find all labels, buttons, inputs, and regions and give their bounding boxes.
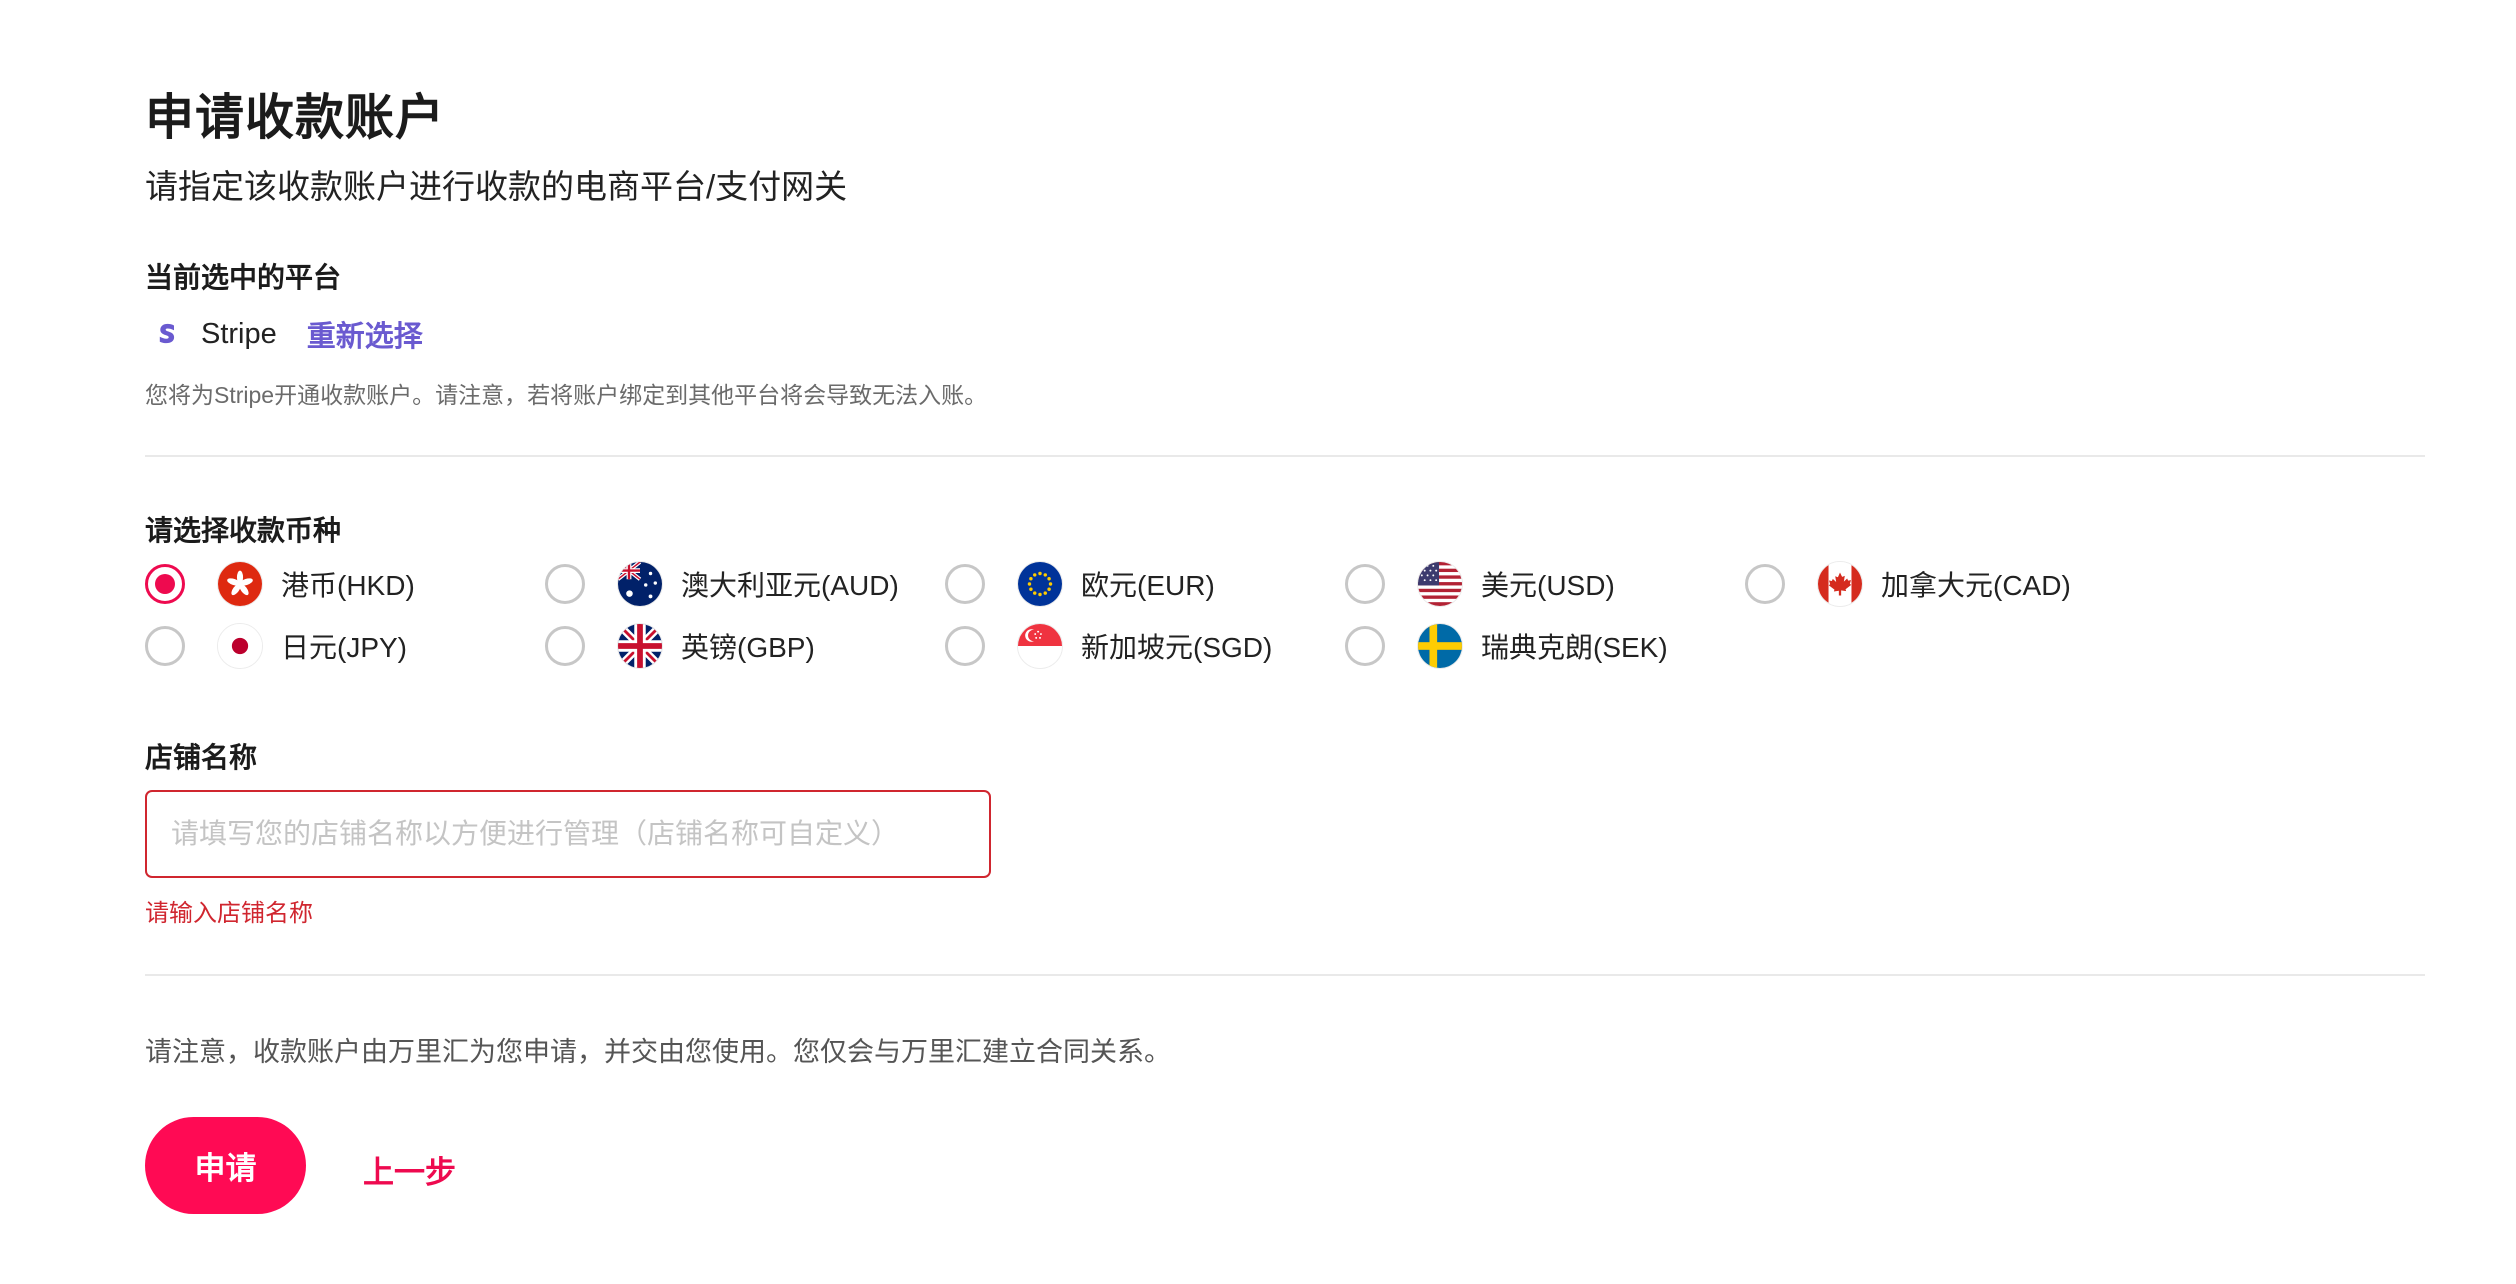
currency-option-usd[interactable]: 美元(USD)	[1345, 560, 1615, 608]
platform-note: 您将为Stripe开通收款账户。请注意，若将账户绑定到其他平台将会导致无法入账。	[145, 382, 988, 408]
radio-cad[interactable]	[1745, 564, 1785, 604]
radio-sek[interactable]	[1345, 626, 1385, 666]
currency-label: 新加坡元(SGD)	[1081, 632, 1273, 663]
sg-flag-icon	[1017, 623, 1063, 669]
currency-label: 欧元(EUR)	[1081, 570, 1215, 601]
currency-label: 澳大利亚元(AUD)	[681, 570, 899, 601]
currency-option-gbp[interactable]: 英镑(GBP)	[545, 622, 815, 670]
platform-name: Stripe	[201, 317, 277, 350]
radio-gbp[interactable]	[545, 626, 585, 666]
currency-label: 日元(JPY)	[281, 632, 408, 663]
ca-flag-icon	[1817, 561, 1863, 607]
selected-platform: Stripe 重新选择	[145, 312, 423, 356]
divider	[145, 974, 2425, 976]
currency-label: 加拿大元(CAD)	[1881, 570, 2071, 601]
radio-jpy[interactable]	[145, 626, 185, 666]
reselect-platform-link[interactable]: 重新选择	[307, 313, 423, 355]
hk-flag-icon	[217, 561, 263, 607]
page: 申请收款账户 请指定该收款账户进行收款的电商平台/支付网关 当前选中的平台 St…	[0, 0, 2516, 1284]
store-name-error: 请输入店铺名称	[145, 900, 313, 927]
currency-option-sgd[interactable]: 新加坡元(SGD)	[945, 622, 1272, 670]
divider	[145, 455, 2425, 457]
radio-usd[interactable]	[1345, 564, 1385, 604]
currency-label: 瑞典克朗(SEK)	[1481, 632, 1668, 663]
currency-option-jpy[interactable]: 日元(JPY)	[145, 622, 407, 670]
stripe-logo-icon	[145, 312, 189, 356]
radio-eur[interactable]	[945, 564, 985, 604]
currency-option-eur[interactable]: 欧元(EUR)	[945, 560, 1215, 608]
currency-label: 美元(USD)	[1481, 570, 1615, 601]
gb-flag-icon	[617, 623, 663, 669]
back-link[interactable]: 上一步	[363, 1147, 456, 1192]
currency-option-hkd[interactable]: 港币(HKD)	[145, 560, 415, 608]
currency-label: 英镑(GBP)	[681, 632, 815, 663]
au-flag-icon	[617, 561, 663, 607]
page-title: 申请收款账户	[145, 91, 446, 145]
currency-option-sek[interactable]: 瑞典克朗(SEK)	[1345, 622, 1668, 670]
store-name-label: 店铺名称	[145, 742, 258, 773]
currency-option-cad[interactable]: 加拿大元(CAD)	[1745, 560, 2071, 608]
se-flag-icon	[1417, 623, 1463, 669]
store-name-input[interactable]	[145, 790, 991, 878]
contract-note: 请注意，收款账户由万里汇为您申请，并交由您使用。您仅会与万里汇建立合同关系。	[145, 1037, 1171, 1067]
currency-label: 港币(HKD)	[281, 570, 415, 601]
us-flag-icon	[1417, 561, 1463, 607]
currency-section-label: 请选择收款币种	[145, 515, 342, 546]
page-subtitle: 请指定该收款账户进行收款的电商平台/支付网关	[145, 168, 848, 205]
radio-aud[interactable]	[545, 564, 585, 604]
jp-flag-icon	[217, 623, 263, 669]
eu-flag-icon	[1017, 561, 1063, 607]
radio-hkd[interactable]	[145, 564, 185, 604]
radio-sgd[interactable]	[945, 626, 985, 666]
currency-option-aud[interactable]: 澳大利亚元(AUD)	[545, 560, 899, 608]
platform-section-label: 当前选中的平台	[145, 262, 342, 293]
apply-button[interactable]: 申请	[145, 1117, 306, 1214]
